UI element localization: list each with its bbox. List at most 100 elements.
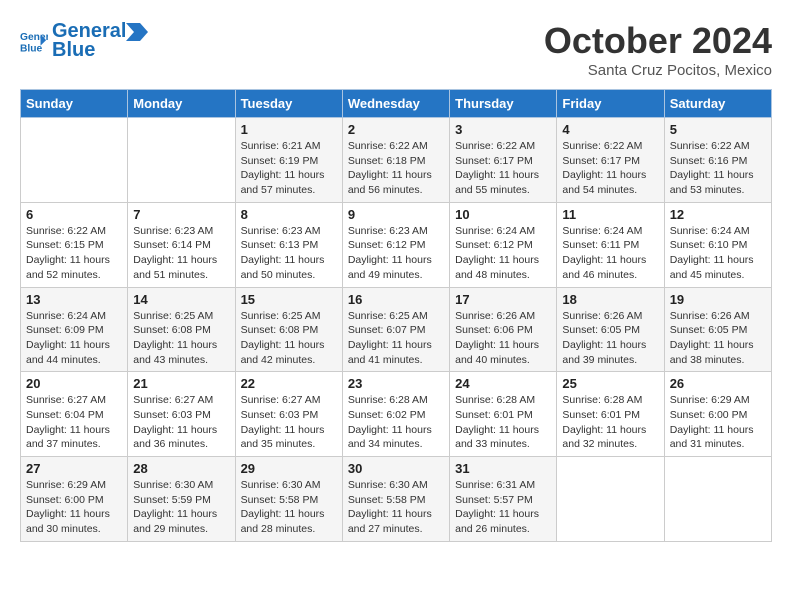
day-number: 13 [26,292,122,307]
cell-week5-day2: 28 Sunrise: 6:30 AMSunset: 5:59 PMDayligh… [128,457,235,542]
day-info: Sunrise: 6:24 AMSunset: 6:10 PMDaylight:… [670,224,766,283]
cell-week3-day2: 14 Sunrise: 6:25 AMSunset: 6:08 PMDayligh… [128,287,235,372]
cell-week2-day4: 9Sunrise: 6:23 AMSunset: 6:12 PMDaylight… [342,202,449,287]
cell-week1-day7: 5 Sunrise: 6:22 AMSunset: 6:16 PMDaylight… [664,118,771,203]
page-header: General Blue General Blue October 2024 S… [20,20,772,79]
cell-week4-day4: 23Sunrise: 6:28 AMSunset: 6:02 PMDayligh… [342,372,449,457]
day-number: 23 [348,376,444,391]
day-number: 18 [562,292,658,307]
day-info: Sunrise: 6:25 AMSunset: 6:08 PMDaylight:… [133,309,229,368]
day-number: 28 [133,461,229,476]
location-subtitle: Santa Cruz Pocitos, Mexico [544,62,772,79]
cell-week2-day6: 11Sunrise: 6:24 AMSunset: 6:11 PMDayligh… [557,202,664,287]
cell-week2-day3: 8Sunrise: 6:23 AMSunset: 6:13 PMDaylight… [235,202,342,287]
week-row-4: 20Sunrise: 6:27 AMSunset: 6:04 PMDayligh… [21,372,772,457]
day-number: 27 [26,461,122,476]
header-sunday: Sunday [21,90,128,118]
day-info: Sunrise: 6:29 AMSunset: 6:00 PMDaylight:… [26,478,122,537]
day-number: 12 [670,207,766,222]
cell-week3-day6: 18Sunrise: 6:26 AMSunset: 6:05 PMDayligh… [557,287,664,372]
day-number: 4 [562,122,658,137]
cell-week4-day6: 25 Sunrise: 6:28 AMSunset: 6:01 PMDayligh… [557,372,664,457]
cell-week2-day1: 6Sunrise: 6:22 AMSunset: 6:15 PMDaylight… [21,202,128,287]
cell-week2-day2: 7 Sunrise: 6:23 AMSunset: 6:14 PMDaylight… [128,202,235,287]
day-number: 24 [455,376,551,391]
day-number: 31 [455,461,551,476]
cell-week3-day5: 17 Sunrise: 6:26 AMSunset: 6:06 PMDayligh… [450,287,557,372]
day-info: Sunrise: 6:27 AMSunset: 6:04 PMDaylight:… [26,393,122,452]
day-number: 7 [133,207,229,222]
day-number: 5 [670,122,766,137]
cell-week1-day3: 1 Sunrise: 6:21 AMSunset: 6:19 PMDaylight… [235,118,342,203]
day-number: 26 [670,376,766,391]
day-info: Sunrise: 6:23 AMSunset: 6:14 PMDaylight:… [133,224,229,283]
day-number: 16 [348,292,444,307]
cell-week4-day7: 26Sunrise: 6:29 AMSunset: 6:00 PMDayligh… [664,372,771,457]
week-row-2: 6Sunrise: 6:22 AMSunset: 6:15 PMDaylight… [21,202,772,287]
cell-week2-day7: 12 Sunrise: 6:24 AMSunset: 6:10 PMDayligh… [664,202,771,287]
cell-week1-day2 [128,118,235,203]
day-number: 22 [241,376,337,391]
day-info: Sunrise: 6:25 AMSunset: 6:07 PMDaylight:… [348,309,444,368]
day-number: 6 [26,207,122,222]
cell-week5-day6 [557,457,664,542]
day-number: 9 [348,207,444,222]
day-info: Sunrise: 6:24 AMSunset: 6:12 PMDaylight:… [455,224,551,283]
month-title: October 2024 [544,20,772,62]
day-info: Sunrise: 6:27 AMSunset: 6:03 PMDaylight:… [133,393,229,452]
logo-arrow-icon [126,23,148,41]
day-info: Sunrise: 6:22 AMSunset: 6:17 PMDaylight:… [562,139,658,198]
cell-week5-day5: 31 Sunrise: 6:31 AMSunset: 5:57 PMDayligh… [450,457,557,542]
day-info: Sunrise: 6:21 AMSunset: 6:19 PMDaylight:… [241,139,337,198]
cell-week3-day3: 15 Sunrise: 6:25 AMSunset: 6:08 PMDayligh… [235,287,342,372]
day-number: 11 [562,207,658,222]
day-number: 17 [455,292,551,307]
logo-icon: General Blue [20,27,48,55]
logo: General Blue General Blue [20,20,148,62]
cell-week5-day4: 30Sunrise: 6:30 AMSunset: 5:58 PMDayligh… [342,457,449,542]
cell-week1-day5: 3Sunrise: 6:22 AMSunset: 6:17 PMDaylight… [450,118,557,203]
cell-week3-day4: 16 Sunrise: 6:25 AMSunset: 6:07 PMDayligh… [342,287,449,372]
day-number: 25 [562,376,658,391]
cell-week2-day5: 10Sunrise: 6:24 AMSunset: 6:12 PMDayligh… [450,202,557,287]
day-info: Sunrise: 6:22 AMSunset: 6:18 PMDaylight:… [348,139,444,198]
day-info: Sunrise: 6:22 AMSunset: 6:16 PMDaylight:… [670,139,766,198]
day-number: 15 [241,292,337,307]
day-info: Sunrise: 6:28 AMSunset: 6:01 PMDaylight:… [455,393,551,452]
day-info: Sunrise: 6:26 AMSunset: 6:05 PMDaylight:… [670,309,766,368]
cell-week5-day3: 29 Sunrise: 6:30 AMSunset: 5:58 PMDayligh… [235,457,342,542]
day-info: Sunrise: 6:28 AMSunset: 6:01 PMDaylight:… [562,393,658,452]
day-info: Sunrise: 6:26 AMSunset: 6:06 PMDaylight:… [455,309,551,368]
cell-week4-day2: 21Sunrise: 6:27 AMSunset: 6:03 PMDayligh… [128,372,235,457]
day-info: Sunrise: 6:23 AMSunset: 6:13 PMDaylight:… [241,224,337,283]
day-number: 30 [348,461,444,476]
svg-text:Blue: Blue [20,43,43,54]
day-info: Sunrise: 6:24 AMSunset: 6:09 PMDaylight:… [26,309,122,368]
cell-week5-day1: 27 Sunrise: 6:29 AMSunset: 6:00 PMDayligh… [21,457,128,542]
day-info: Sunrise: 6:25 AMSunset: 6:08 PMDaylight:… [241,309,337,368]
cell-week3-day1: 13 Sunrise: 6:24 AMSunset: 6:09 PMDayligh… [21,287,128,372]
day-info: Sunrise: 6:31 AMSunset: 5:57 PMDaylight:… [455,478,551,537]
day-number: 1 [241,122,337,137]
header-friday: Friday [557,90,664,118]
title-block: October 2024 Santa Cruz Pocitos, Mexico [544,20,772,79]
day-number: 2 [348,122,444,137]
header-thursday: Thursday [450,90,557,118]
cell-week1-day4: 2 Sunrise: 6:22 AMSunset: 6:18 PMDaylight… [342,118,449,203]
day-number: 29 [241,461,337,476]
day-info: Sunrise: 6:30 AMSunset: 5:59 PMDaylight:… [133,478,229,537]
day-number: 3 [455,122,551,137]
day-info: Sunrise: 6:30 AMSunset: 5:58 PMDaylight:… [241,478,337,537]
day-number: 14 [133,292,229,307]
week-row-3: 13 Sunrise: 6:24 AMSunset: 6:09 PMDayligh… [21,287,772,372]
header-wednesday: Wednesday [342,90,449,118]
cell-week3-day7: 19 Sunrise: 6:26 AMSunset: 6:05 PMDayligh… [664,287,771,372]
cell-week1-day1 [21,118,128,203]
day-info: Sunrise: 6:27 AMSunset: 6:03 PMDaylight:… [241,393,337,452]
week-row-5: 27 Sunrise: 6:29 AMSunset: 6:00 PMDayligh… [21,457,772,542]
header-tuesday: Tuesday [235,90,342,118]
cell-week1-day6: 4 Sunrise: 6:22 AMSunset: 6:17 PMDaylight… [557,118,664,203]
day-number: 19 [670,292,766,307]
week-row-1: 1 Sunrise: 6:21 AMSunset: 6:19 PMDaylight… [21,118,772,203]
calendar-header-row: SundayMondayTuesdayWednesdayThursdayFrid… [21,90,772,118]
